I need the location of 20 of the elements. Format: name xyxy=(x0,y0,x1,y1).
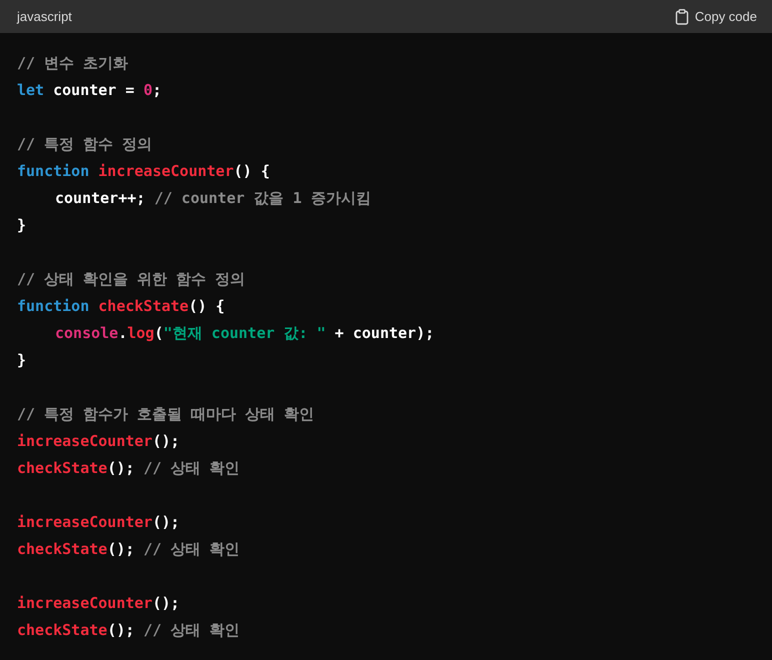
code-line: } xyxy=(17,351,26,369)
code-line: // 특정 함수가 호출될 때마다 상태 확인 xyxy=(17,405,314,423)
code-line: checkState(); // 상태 확인 xyxy=(17,621,240,639)
code-line: } xyxy=(17,216,26,234)
code-line: checkState(); // 상태 확인 xyxy=(17,540,240,558)
language-label: javascript xyxy=(17,9,72,24)
code-line: increaseCounter(); xyxy=(17,513,180,531)
code-line: increaseCounter(); xyxy=(17,594,180,612)
clipboard-icon xyxy=(674,8,689,24)
code-line: checkState(); // 상태 확인 xyxy=(17,459,240,477)
code-line: increaseCounter(); xyxy=(17,432,180,450)
copy-code-button[interactable]: Copy code xyxy=(674,8,757,24)
code-line: console.log("현재 counter 값: " + counter); xyxy=(55,324,434,342)
code-line: counter++; // counter 값을 1 증가시킴 xyxy=(55,189,371,207)
code-line: // 변수 초기화 xyxy=(17,54,128,72)
code-line: function increaseCounter() { xyxy=(17,162,270,180)
code-line: // 특정 함수 정의 xyxy=(17,135,152,153)
code-line: function checkState() { xyxy=(17,297,225,315)
code-line: // 상태 확인을 위한 함수 정의 xyxy=(17,270,246,288)
code-line: let counter = 0; xyxy=(17,81,162,99)
